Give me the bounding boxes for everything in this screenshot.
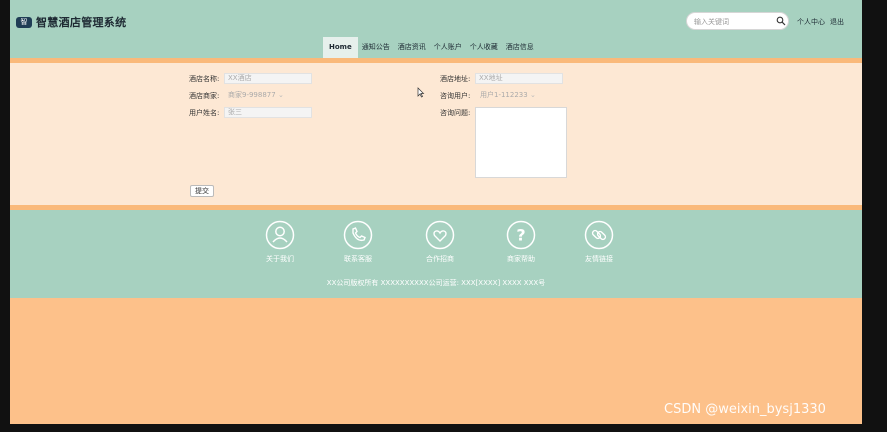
footer-friendly-links-label: 友情链接 bbox=[585, 255, 613, 263]
nav-notices[interactable]: 通知公告 bbox=[357, 37, 394, 58]
logo[interactable]: 智 智慧酒店管理系统 bbox=[16, 14, 126, 30]
footer-merchant-help-label: 商家帮助 bbox=[507, 255, 535, 263]
footer-customer-service[interactable]: 联系客服 bbox=[328, 220, 388, 264]
chevron-down-icon: ⌄ bbox=[529, 91, 536, 99]
nav-hotel-news[interactable]: 酒店资讯 bbox=[393, 37, 430, 58]
search-input[interactable] bbox=[694, 16, 772, 27]
right-border bbox=[862, 0, 887, 432]
hotel-address-label: 酒店地址: bbox=[440, 75, 471, 83]
merchant-value: 商家9-998877 bbox=[228, 91, 276, 99]
left-border bbox=[0, 0, 10, 432]
phone-icon bbox=[343, 220, 373, 250]
consult-user-label: 咨询用户: bbox=[440, 92, 471, 100]
footer-partnership[interactable]: 合作招商 bbox=[410, 220, 470, 264]
hotel-address-field[interactable]: XX地址 bbox=[475, 73, 563, 84]
footer: 关于我们 联系客服 合作招商 ? 商家帮助 友情链接 XX公司版权所有 XXXX… bbox=[10, 210, 862, 298]
user-name-label: 用户姓名: bbox=[189, 109, 220, 117]
copyright-text: XX公司版权所有 XXXXXXXXXX公司运营: XXX[XXXX] XXXX … bbox=[326, 279, 546, 287]
footer-friendly-links[interactable]: 友情链接 bbox=[569, 220, 629, 264]
consult-user-select[interactable]: 用户1-112233 ⌄ bbox=[480, 90, 540, 101]
main-nav: Home 通知公告 酒店资讯 个人账户 个人收藏 酒店信息 bbox=[323, 37, 538, 58]
user-center-link[interactable]: 个人中心 bbox=[797, 17, 825, 27]
page: 智 智慧酒店管理系统 个人中心 退出 Home 通知公告 酒店资讯 个人账户 个… bbox=[10, 0, 862, 424]
submit-button[interactable]: 提交 bbox=[190, 185, 214, 197]
link-icon bbox=[584, 220, 614, 250]
footer-about-us[interactable]: 关于我们 bbox=[250, 220, 310, 264]
watermark: CSDN @weixin_bysj1330 bbox=[664, 402, 826, 417]
nav-account[interactable]: 个人账户 bbox=[429, 37, 466, 58]
hotel-name-label: 酒店名称: bbox=[189, 75, 220, 83]
user-name-field[interactable]: 张三 bbox=[224, 107, 312, 118]
nav-home[interactable]: Home bbox=[323, 37, 358, 58]
person-icon bbox=[265, 220, 295, 250]
footer-about-us-label: 关于我们 bbox=[266, 255, 294, 263]
consult-user-value: 用户1-112233 bbox=[480, 91, 528, 99]
merchant-select[interactable]: 商家9-998877 ⌄ bbox=[228, 90, 288, 101]
merchant-label: 酒店商家: bbox=[189, 92, 220, 100]
search-box bbox=[686, 12, 789, 30]
bottom-border bbox=[0, 424, 887, 432]
chevron-down-icon: ⌄ bbox=[277, 91, 284, 99]
consultation-form: 酒店名称: XX酒店 酒店商家: 商家9-998877 ⌄ 用户姓名: 张三 酒… bbox=[10, 63, 862, 205]
header: 智 智慧酒店管理系统 个人中心 退出 Home 通知公告 酒店资讯 个人账户 个… bbox=[10, 0, 862, 58]
question-textarea[interactable] bbox=[475, 107, 567, 178]
mouse-cursor-icon bbox=[417, 87, 425, 98]
logout-link[interactable]: 退出 bbox=[830, 17, 844, 27]
search-icon[interactable] bbox=[776, 16, 786, 26]
logo-icon: 智 bbox=[16, 16, 32, 28]
site-title: 智慧酒店管理系统 bbox=[36, 16, 127, 29]
svg-text:?: ? bbox=[516, 226, 525, 245]
footer-partnership-label: 合作招商 bbox=[426, 255, 454, 263]
footer-merchant-help[interactable]: ? 商家帮助 bbox=[491, 220, 551, 264]
heart-icon bbox=[425, 220, 455, 250]
hotel-name-field[interactable]: XX酒店 bbox=[224, 73, 312, 84]
nav-hotel-info[interactable]: 酒店信息 bbox=[501, 37, 538, 58]
nav-favorites[interactable]: 个人收藏 bbox=[465, 37, 502, 58]
question-label: 咨询问题: bbox=[440, 109, 471, 117]
question-icon: ? bbox=[506, 220, 536, 250]
footer-customer-service-label: 联系客服 bbox=[344, 255, 372, 263]
